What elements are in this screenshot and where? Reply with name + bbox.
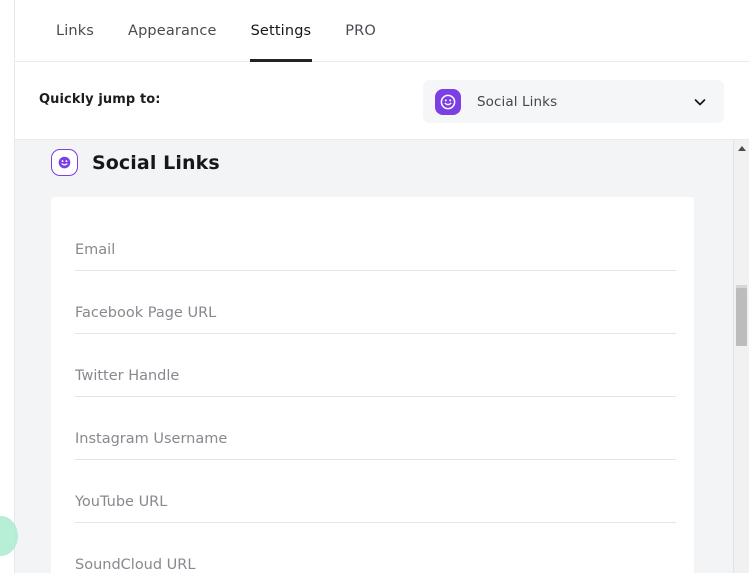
settings-page: Links Appearance Settings PRO Quickly ju…: [0, 0, 749, 573]
section-header-social-links: Social Links: [51, 149, 220, 176]
field-youtube-url: [75, 477, 676, 540]
scrollbar-thumb[interactable]: [736, 288, 747, 346]
tab-settings[interactable]: Settings: [234, 0, 329, 62]
section-title: Social Links: [92, 151, 220, 174]
tab-pro[interactable]: PRO: [328, 0, 393, 62]
tab-label: Links: [56, 22, 94, 39]
tab-bar: Links Appearance Settings PRO: [15, 0, 749, 62]
smiley-icon: [51, 149, 78, 176]
field-facebook-page-url: [75, 288, 676, 351]
quick-jump-bar: Quickly jump to: Social Links: [15, 62, 749, 140]
field-email: [75, 225, 676, 288]
quick-jump-label: Quickly jump to:: [39, 92, 161, 107]
twitter-handle-input[interactable]: [75, 363, 676, 397]
quick-jump-value: Social Links: [477, 93, 558, 110]
tab-links[interactable]: Links: [39, 0, 111, 62]
quick-jump-select[interactable]: Social Links: [423, 80, 724, 123]
field-soundcloud-url: [75, 540, 676, 573]
social-links-card: [51, 197, 694, 573]
field-twitter-handle: [75, 351, 676, 414]
youtube-url-input[interactable]: [75, 489, 676, 523]
tab-appearance[interactable]: Appearance: [111, 0, 234, 62]
instagram-username-input[interactable]: [75, 426, 676, 460]
settings-content-area: Social Links: [15, 140, 734, 573]
tab-label: PRO: [345, 22, 376, 39]
chevron-down-icon[interactable]: [688, 90, 712, 114]
email-input[interactable]: [75, 237, 676, 271]
field-instagram-username: [75, 414, 676, 477]
facebook-page-url-input[interactable]: [75, 300, 676, 334]
vertical-scrollbar[interactable]: [733, 140, 749, 573]
soundcloud-url-input[interactable]: [75, 552, 676, 573]
scroll-up-arrow-icon[interactable]: [734, 140, 749, 156]
tab-label: Settings: [250, 22, 312, 39]
tab-label: Appearance: [128, 22, 217, 39]
smiley-icon: [435, 88, 461, 115]
